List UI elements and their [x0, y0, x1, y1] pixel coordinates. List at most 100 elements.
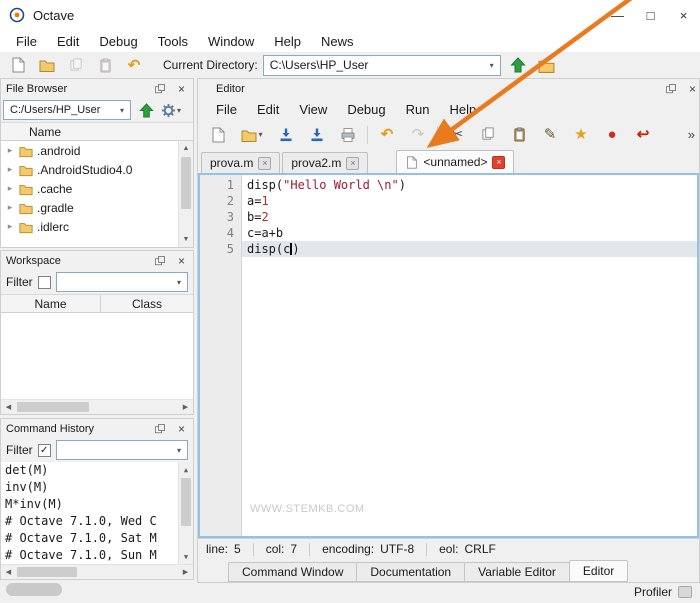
- list-item[interactable]: ▸ .cache: [1, 179, 193, 198]
- file-browser-path-combobox[interactable]: C:/Users/HP_User ▾: [3, 100, 131, 120]
- undo-button[interactable]: ↶: [122, 53, 146, 77]
- history-entry[interactable]: M*inv(M): [1, 496, 180, 513]
- workspace-filter-combobox[interactable]: ▾: [56, 272, 188, 292]
- scroll-left-icon[interactable]: ◀: [1, 568, 16, 576]
- tab-prova-m[interactable]: prova.m ×: [201, 152, 280, 173]
- toolbar-overflow-icon[interactable]: »: [688, 127, 699, 142]
- history-entry[interactable]: inv(M): [1, 479, 180, 496]
- editor-find-replace-button[interactable]: ✎: [538, 123, 562, 147]
- file-browser-vertical-scrollbar[interactable]: ▲ ▼: [178, 141, 193, 247]
- menu-help[interactable]: Help: [264, 32, 311, 51]
- tab-close-icon[interactable]: ×: [346, 157, 359, 170]
- command-history-vertical-scrollbar[interactable]: ▲ ▼: [178, 462, 193, 564]
- expander-icon[interactable]: ▸: [5, 183, 15, 194]
- scrollbar-thumb[interactable]: [17, 402, 89, 412]
- history-entry[interactable]: # Octave 7.1.0, Sun M: [1, 547, 180, 564]
- profiler-control[interactable]: Profiler: [634, 585, 692, 599]
- list-item[interactable]: ▸ .android: [1, 141, 193, 160]
- history-entry[interactable]: # Octave 7.1.0, Sat M: [1, 530, 180, 547]
- editor-menu-help[interactable]: Help: [439, 100, 486, 119]
- tab-variable-editor[interactable]: Variable Editor: [464, 562, 570, 582]
- undock-icon[interactable]: [154, 255, 166, 267]
- editor-code-area[interactable]: 1 2 3 4 5 disp("Hello World \n") a=1 b=2…: [198, 173, 699, 538]
- menu-news[interactable]: News: [311, 32, 364, 51]
- chevron-down-icon[interactable]: ▾: [484, 61, 500, 70]
- editor-redo-button[interactable]: ↷: [406, 123, 430, 147]
- tab-prova2-m[interactable]: prova2.m ×: [282, 152, 368, 173]
- chevron-down-icon[interactable]: ▾: [114, 106, 130, 115]
- editor-menu-run[interactable]: Run: [396, 100, 440, 119]
- history-entry[interactable]: # Octave 7.1.0, Wed C: [1, 513, 180, 530]
- tab-command-window[interactable]: Command Window: [228, 562, 357, 582]
- code-text[interactable]: disp("Hello World \n") a=1 b=2 c=a+b dis…: [242, 175, 697, 536]
- chevron-down-icon[interactable]: ▾: [171, 278, 187, 287]
- editor-toggle-breakpoint-button[interactable]: ●: [600, 123, 624, 147]
- menu-tools[interactable]: Tools: [148, 32, 198, 51]
- command-history-filter-combobox[interactable]: ▾: [56, 440, 188, 460]
- editor-copy-button[interactable]: [476, 123, 500, 147]
- command-history-filter-checkbox[interactable]: ✓: [38, 444, 51, 457]
- expander-icon[interactable]: ▸: [5, 164, 15, 175]
- undock-icon[interactable]: [154, 423, 166, 435]
- scrollbar-thumb[interactable]: [181, 157, 191, 209]
- undock-icon[interactable]: [154, 83, 166, 95]
- menu-debug[interactable]: Debug: [89, 32, 147, 51]
- history-entry[interactable]: det(M): [1, 462, 180, 479]
- tab-close-icon[interactable]: ×: [492, 156, 505, 169]
- workspace-filter-checkbox[interactable]: [38, 276, 51, 289]
- editor-previous-breakpoint-button[interactable]: ↩: [631, 123, 655, 147]
- file-browser-actions-button[interactable]: ▾: [161, 103, 181, 118]
- list-item[interactable]: ▸ .AndroidStudio4.0: [1, 160, 193, 179]
- directory-up-button[interactable]: [506, 53, 530, 77]
- open-file-button[interactable]: [35, 53, 59, 77]
- scroll-down-icon[interactable]: ▼: [179, 232, 193, 247]
- file-browser-up-button[interactable]: [136, 98, 156, 122]
- paste-button[interactable]: [93, 53, 117, 77]
- menu-window[interactable]: Window: [198, 32, 264, 51]
- list-item[interactable]: ▸ .idlerc: [1, 217, 193, 236]
- copy-button[interactable]: [64, 53, 88, 77]
- chevron-down-icon[interactable]: ▾: [171, 446, 187, 455]
- tab-unnamed[interactable]: <unnamed> ×: [396, 150, 514, 173]
- scroll-right-icon[interactable]: ▶: [178, 568, 193, 576]
- current-directory-combobox[interactable]: C:\Users\HP_User ▾: [263, 55, 501, 76]
- expander-icon[interactable]: ▸: [5, 221, 15, 232]
- command-history-horizontal-scrollbar[interactable]: ◀ ▶: [1, 564, 193, 579]
- close-icon[interactable]: ×: [178, 423, 185, 435]
- menu-edit[interactable]: Edit: [47, 32, 89, 51]
- editor-run-button[interactable]: ★: [569, 123, 593, 147]
- workspace-name-column-header[interactable]: Name: [1, 295, 101, 312]
- scrollbar-thumb[interactable]: [17, 567, 77, 577]
- editor-save-button[interactable]: [274, 123, 298, 147]
- expander-icon[interactable]: ▸: [5, 202, 15, 213]
- chevron-down-icon[interactable]: ▾: [258, 130, 262, 139]
- scroll-left-icon[interactable]: ◀: [1, 403, 16, 411]
- editor-menu-file[interactable]: File: [206, 100, 247, 119]
- editor-menu-edit[interactable]: Edit: [247, 100, 289, 119]
- expander-icon[interactable]: ▸: [5, 145, 15, 156]
- editor-open-button[interactable]: ▾: [237, 123, 267, 147]
- new-script-button[interactable]: [6, 53, 30, 77]
- editor-menu-debug[interactable]: Debug: [337, 100, 395, 119]
- close-icon[interactable]: ×: [667, 0, 700, 30]
- list-item[interactable]: ▸ .gradle: [1, 198, 193, 217]
- minimize-icon[interactable]: —: [601, 0, 634, 30]
- editor-menu-view[interactable]: View: [289, 100, 337, 119]
- editor-undo-button[interactable]: ↶: [375, 123, 399, 147]
- tab-close-icon[interactable]: ×: [258, 157, 271, 170]
- editor-cut-button[interactable]: ✂: [445, 123, 469, 147]
- editor-print-button[interactable]: [336, 123, 360, 147]
- close-icon[interactable]: ×: [689, 83, 696, 95]
- workspace-horizontal-scrollbar[interactable]: ◀ ▶: [1, 399, 193, 414]
- menu-file[interactable]: File: [6, 32, 47, 51]
- file-browser-name-column-header[interactable]: Name: [1, 122, 193, 141]
- maximize-icon[interactable]: □: [634, 0, 667, 30]
- scroll-up-icon[interactable]: ▲: [179, 141, 193, 156]
- scroll-down-icon[interactable]: ▼: [179, 549, 193, 564]
- browse-directory-button[interactable]: [535, 53, 559, 77]
- profiler-toggle-icon[interactable]: [678, 586, 692, 598]
- scrollbar-thumb[interactable]: [181, 478, 191, 526]
- scroll-right-icon[interactable]: ▶: [178, 403, 193, 411]
- close-icon[interactable]: ×: [178, 255, 185, 267]
- scroll-up-icon[interactable]: ▲: [179, 462, 193, 477]
